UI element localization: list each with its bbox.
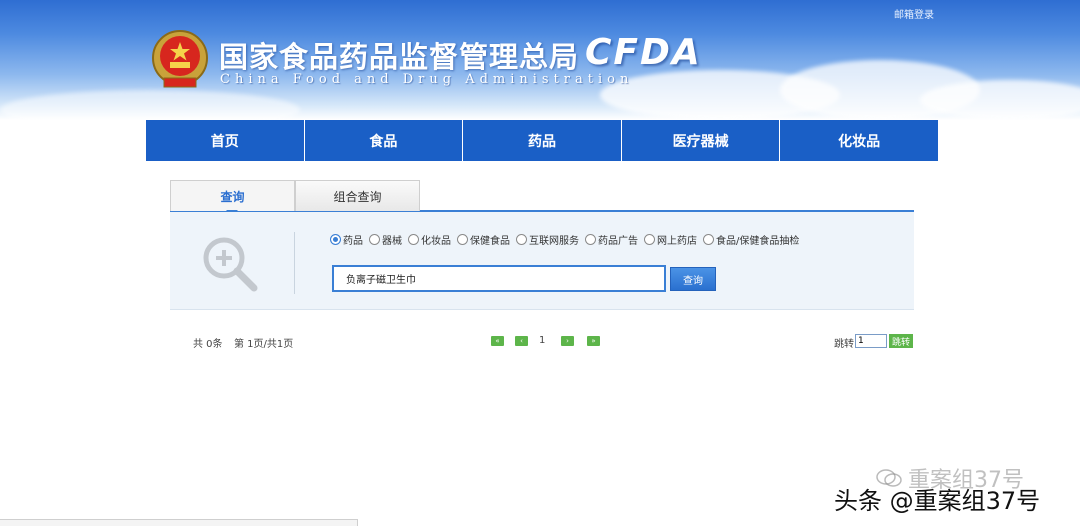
search-button[interactable]: 查询	[670, 267, 716, 291]
panel-divider	[294, 232, 295, 294]
search-panel: 药品 器械 化妆品 保健食品 互联网服务 药品广告 网上药店 食品/保健食品抽检…	[170, 212, 914, 310]
current-page-number[interactable]: 1	[539, 335, 545, 346]
radio-drug-ads[interactable]: 药品广告	[585, 232, 638, 247]
radio-label: 食品/保健食品抽检	[716, 236, 800, 247]
radio-label: 器械	[382, 236, 402, 247]
radio-label: 网上药店	[657, 236, 697, 247]
radio-dot	[369, 234, 380, 245]
radio-dot	[408, 234, 419, 245]
national-emblem-icon	[152, 30, 208, 88]
radio-online-pharmacy[interactable]: 网上药店	[644, 232, 697, 247]
radio-dot	[703, 234, 714, 245]
nav-item-food[interactable]: 食品	[305, 120, 464, 161]
radio-food-inspection[interactable]: 食品/保健食品抽检	[703, 232, 799, 247]
cloud-decoration	[0, 90, 300, 120]
radio-dot	[644, 234, 655, 245]
radio-dot	[516, 234, 527, 245]
next-page-button[interactable]: ›	[561, 336, 574, 346]
watermark-bottom-text: 头条 @重案组37号	[834, 487, 1041, 515]
magnifier-plus-icon	[203, 237, 258, 292]
nav-item-drugs[interactable]: 药品	[463, 120, 622, 161]
jump-button[interactable]: 跳转	[889, 334, 913, 348]
site-header: 邮箱登录 国家食品药品监督管理总局 China Food and Drug Ad…	[0, 0, 1080, 120]
radio-dot	[585, 234, 596, 245]
cfda-logo: CFDA	[585, 32, 702, 73]
radio-label: 药品	[343, 236, 363, 247]
prev-page-button[interactable]: ‹	[515, 336, 528, 346]
nav-item-cosmetics[interactable]: 化妆品	[780, 120, 938, 161]
radio-internet-service[interactable]: 互联网服务	[516, 232, 579, 247]
last-page-button[interactable]: »	[587, 336, 600, 346]
radio-label: 药品广告	[598, 236, 638, 247]
query-tabs: 查询 组合查询	[170, 180, 914, 216]
radio-cosmetics[interactable]: 化妆品	[408, 232, 451, 247]
radio-dot	[457, 234, 468, 245]
total-count: 共 0条	[193, 339, 223, 350]
radio-drugs[interactable]: 药品	[330, 232, 363, 247]
radio-label: 化妆品	[421, 236, 451, 247]
search-input[interactable]	[332, 265, 666, 292]
nav-item-medical-devices[interactable]: 医疗器械	[622, 120, 781, 161]
category-radio-group: 药品 器械 化妆品 保健食品 互联网服务 药品广告 网上药店 食品/保健食品抽检	[330, 232, 805, 247]
site-title-en: China Food and Drug Administration	[220, 72, 634, 87]
radio-label: 保健食品	[470, 236, 510, 247]
page-info: 第 1页/共1页	[234, 339, 294, 350]
site-title-cn: 国家食品药品监督管理总局	[219, 40, 580, 74]
first-page-button[interactable]: «	[491, 336, 504, 346]
radio-label: 互联网服务	[529, 236, 579, 247]
radio-devices[interactable]: 器械	[369, 232, 402, 247]
cloud-decoration	[920, 80, 1080, 120]
browser-status-bar	[0, 519, 358, 526]
jump-label: 跳转	[834, 339, 854, 350]
radio-health-food[interactable]: 保健食品	[457, 232, 510, 247]
radio-dot	[330, 234, 341, 245]
main-nav: 首页 食品 药品 医疗器械 化妆品	[146, 120, 938, 161]
nav-item-home[interactable]: 首页	[146, 120, 305, 161]
tab-combined-query[interactable]: 组合查询	[295, 180, 420, 211]
tab-query[interactable]: 查询	[170, 180, 295, 211]
jump-page-input[interactable]	[855, 334, 887, 348]
email-login-link[interactable]: 邮箱登录	[894, 6, 934, 21]
